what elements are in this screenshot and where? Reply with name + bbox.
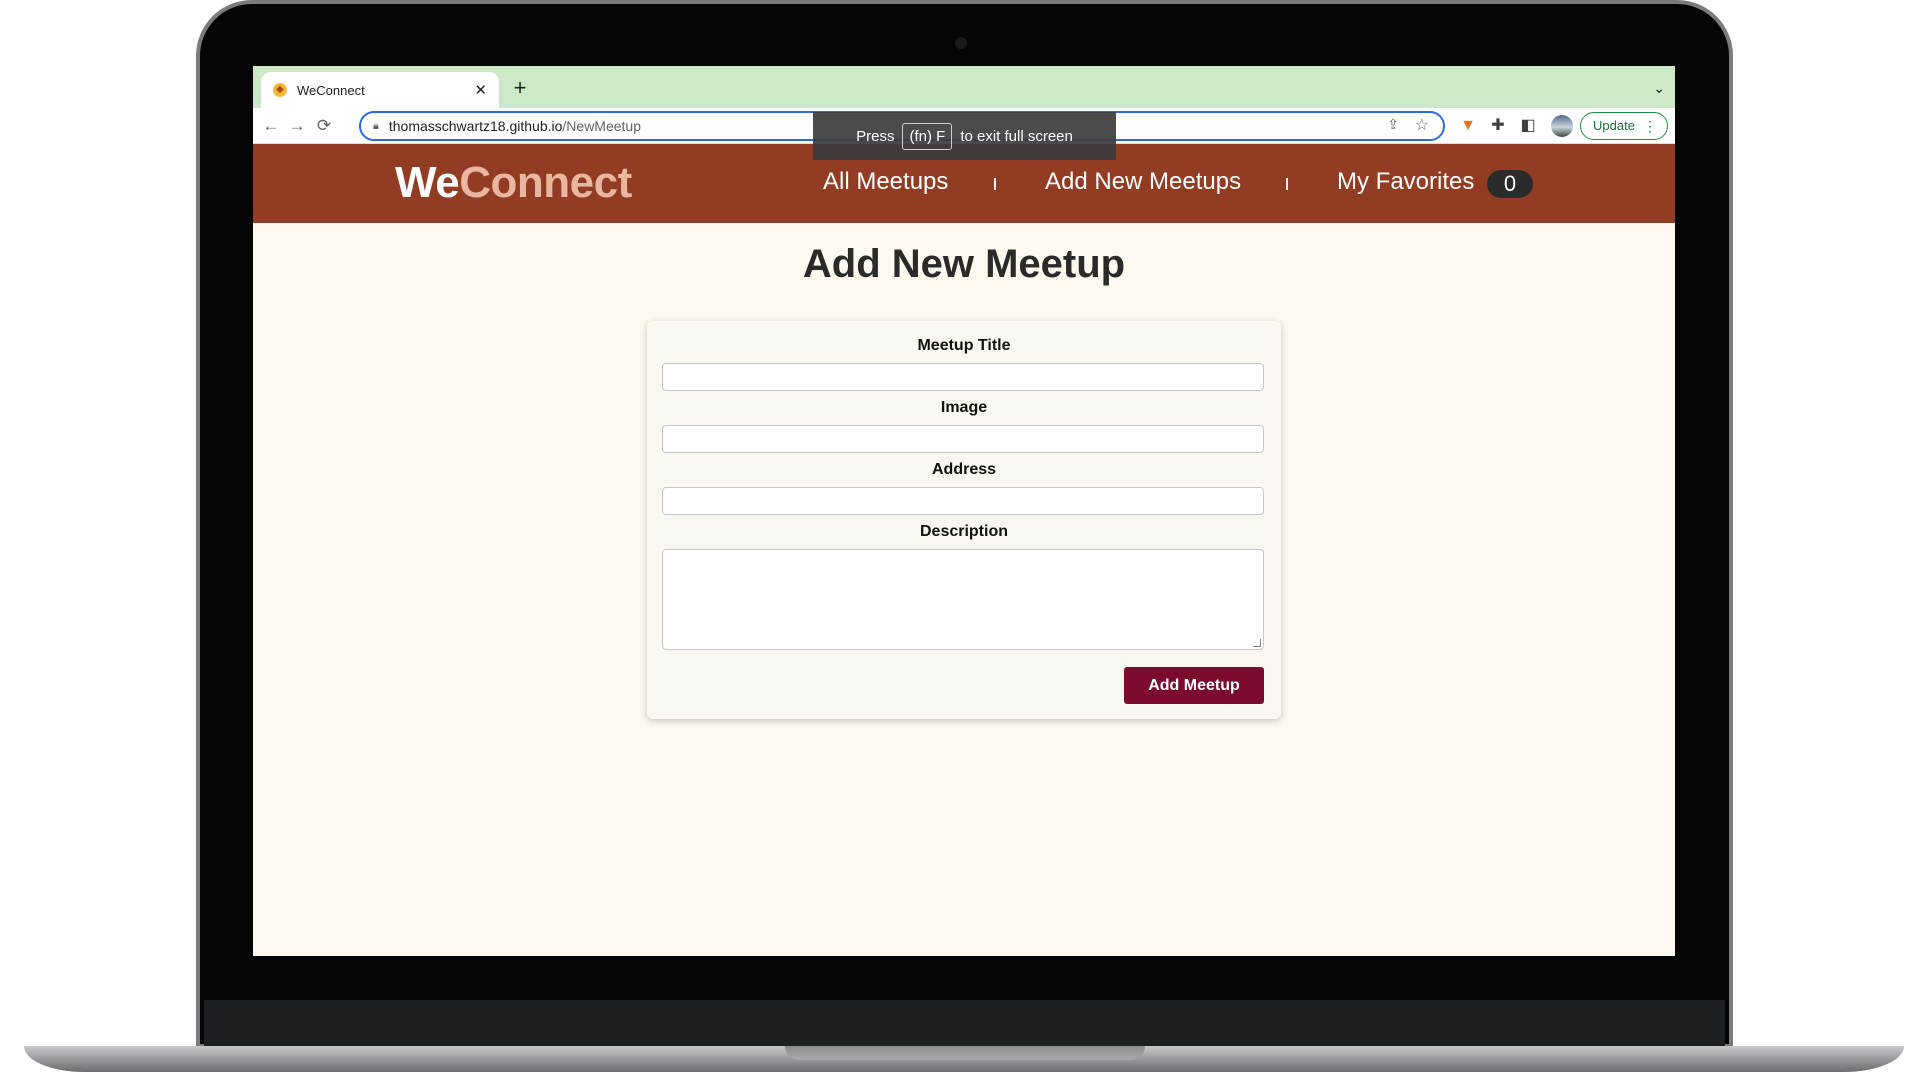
update-button[interactable]: Update ⋮: [1580, 112, 1668, 140]
update-label: Update: [1593, 118, 1635, 133]
nav-separator: [1286, 178, 1288, 190]
side-panel-icon[interactable]: ◧: [1516, 114, 1540, 138]
meetup-title-input[interactable]: [662, 363, 1264, 391]
new-tab-button[interactable]: +: [506, 74, 534, 102]
description-label: Description: [919, 523, 1008, 540]
tab-search-chevron-icon[interactable]: ⌄: [1653, 74, 1665, 102]
nav-my-favorites[interactable]: My Favorites: [1337, 168, 1474, 196]
favicon-icon: ◆: [273, 83, 287, 97]
description-textarea[interactable]: [662, 549, 1264, 650]
extensions-puzzle-icon[interactable]: ✚: [1486, 114, 1510, 138]
meetup-title-label: Meetup Title: [917, 337, 1011, 354]
laptop-base-notch: [785, 1046, 1145, 1060]
nav-separator: [994, 178, 996, 190]
image-input[interactable]: [662, 425, 1264, 453]
fullscreen-toast: Press (fn) F to exit full screen: [813, 112, 1116, 160]
toast-suffix: to exit full screen: [960, 127, 1073, 145]
nav-add-new-meetups[interactable]: Add New Meetups: [1045, 168, 1241, 196]
close-tab-icon[interactable]: ✕: [474, 81, 487, 99]
logo-connect: Connect: [459, 158, 632, 207]
tab-title: WeConnect: [297, 82, 365, 98]
address-label: Address: [931, 461, 997, 478]
logo-we: We: [395, 158, 460, 207]
new-meetup-form: Meetup Title Image Address Description A…: [647, 321, 1281, 719]
lock-icon: 🔒︎: [373, 119, 379, 132]
nav-all-meetups[interactable]: All Meetups: [823, 168, 948, 196]
share-icon[interactable]: ⇪: [1387, 116, 1399, 133]
add-meetup-button[interactable]: Add Meetup: [1124, 667, 1264, 704]
toast-prefix: Press: [856, 127, 895, 145]
bookmark-star-icon[interactable]: ☆: [1415, 115, 1429, 135]
resize-handle-icon[interactable]: [1253, 639, 1261, 647]
metamask-fox-icon[interactable]: ▼: [1456, 114, 1480, 138]
browser-tab-strip: ◆ WeConnect ✕ + ⌄: [253, 66, 1675, 108]
screen: ◆ WeConnect ✕ + ⌄ ← → ⟳ 🔒︎ thomasschwart…: [253, 66, 1675, 956]
url-host: thomasschwartz18.github.io: [388, 118, 563, 134]
site-logo[interactable]: WeConnect: [395, 158, 632, 208]
browser-tab[interactable]: ◆ WeConnect ✕: [261, 72, 499, 108]
kebab-menu-icon[interactable]: ⋮: [1643, 113, 1657, 139]
toast-key: (fn) F: [902, 122, 953, 150]
forward-button[interactable]: →: [283, 112, 311, 140]
camera-icon: [955, 37, 967, 49]
page-title: Add New Meetup: [802, 242, 1126, 286]
reload-button[interactable]: ⟳: [310, 112, 338, 140]
favorites-count-badge: 0: [1487, 170, 1533, 198]
address-input[interactable]: [662, 487, 1264, 515]
url-path: /NewMeetup: [562, 118, 641, 134]
laptop-chin: [204, 1000, 1725, 1048]
image-label: Image: [940, 399, 988, 416]
back-button[interactable]: ←: [257, 112, 285, 140]
profile-avatar[interactable]: [1551, 115, 1573, 137]
